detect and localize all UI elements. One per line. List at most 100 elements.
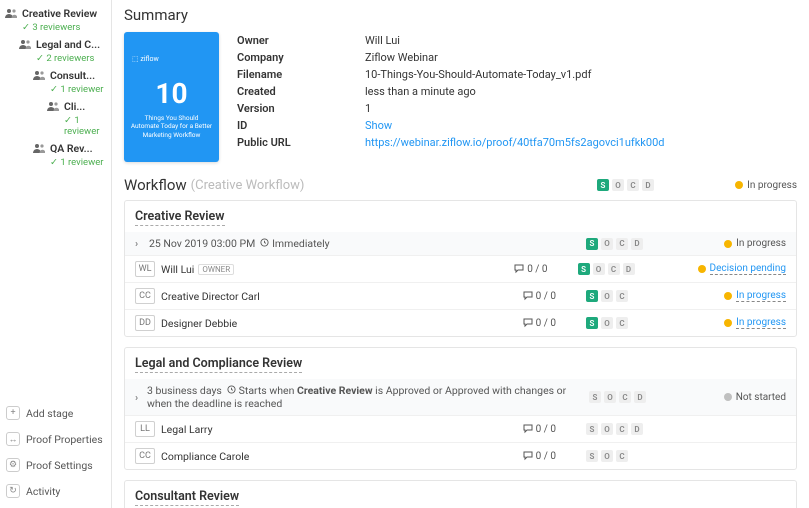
tree-node[interactable]: Consult... [32, 66, 107, 85]
reviewer-name[interactable]: Designer Debbie [161, 317, 237, 330]
stage-timing-row: › 25 Nov 2019 03:00 PM Immediately SOCD … [125, 232, 796, 255]
meta-key: ID [237, 119, 365, 132]
pill-o: O [601, 423, 613, 435]
reviewer-row: CC Creative Director Carl 0 / 0 SOC In p… [125, 282, 796, 309]
proof-thumbnail[interactable]: ⬚ ziflow 10 Things You Should Automate T… [124, 32, 219, 162]
reviewer-name[interactable]: Creative Director Carl [161, 290, 260, 303]
pill-c: C [627, 179, 639, 191]
add-stage[interactable]: +Add stage [4, 400, 107, 426]
meta-value: Ziflow Webinar [365, 51, 438, 64]
avatar-initials: CC [135, 288, 155, 304]
comment-count[interactable]: 0 / 0 [523, 318, 556, 329]
chevron-right-icon[interactable]: › [135, 237, 145, 250]
proof-properties-icon: ↔ [6, 432, 20, 446]
meta-key: Public URL [237, 136, 365, 149]
activity[interactable]: ↻Activity [4, 478, 107, 504]
reviewer-name[interactable]: Legal Larry [161, 423, 213, 436]
comment-count[interactable]: 0 / 0 [523, 451, 556, 462]
activity-icon: ↻ [6, 484, 20, 498]
meta-key: Filename [237, 68, 365, 81]
reviewer-row: WL Will Lui owner 0 / 0 SOCD Decision pe… [125, 255, 796, 282]
reviewer-status: In progress [706, 290, 786, 302]
reviewer-pills: SOCD [586, 423, 646, 435]
reviewer-name[interactable]: Compliance Carole [161, 450, 249, 463]
pill-c: C [608, 263, 620, 275]
people-icon [4, 7, 18, 19]
reviewer-count: 2 reviewers [36, 53, 107, 64]
pill-c: C [616, 317, 628, 329]
stage-title[interactable]: Legal and Compliance Review [135, 356, 302, 373]
pill-s: S [586, 423, 598, 435]
stage-status: In progress [706, 238, 786, 249]
pill-d: D [634, 391, 646, 403]
pill-d: D [642, 179, 654, 191]
comment-count[interactable]: 0 / 0 [523, 291, 556, 302]
comment-count[interactable]: 0 / 0 [514, 264, 547, 275]
proof-settings[interactable]: ⚙Proof Settings [4, 452, 107, 478]
people-icon [46, 100, 60, 112]
stage-title[interactable]: Creative Review [135, 209, 225, 226]
meta-key: Created [237, 85, 365, 98]
tree-node[interactable]: Creative Review [4, 4, 107, 23]
pill-d: D [631, 423, 643, 435]
pill-c: C [616, 423, 628, 435]
reviewer-status: In progress [706, 317, 786, 329]
pill-o: O [601, 238, 613, 250]
reviewer-name[interactable]: Will Lui [161, 263, 194, 276]
comment-count[interactable]: 0 / 0 [523, 424, 556, 435]
reviewer-row: DD Designer Debbie 0 / 0 SOC In progress [125, 309, 796, 336]
pill-s: S [586, 317, 598, 329]
workflow-header: Workflow (Creative Workflow) SOCD In pro… [124, 176, 797, 194]
meta-link[interactable]: Show [365, 119, 392, 132]
meta-value: https://webinar.ziflow.io/proof/40tfa70m… [365, 136, 664, 149]
chevron-right-icon[interactable]: › [135, 391, 143, 404]
proof-properties[interactable]: ↔Proof Properties [4, 426, 107, 452]
add-stage-icon: + [6, 406, 20, 420]
stage: Consultant Review › 3 business days Star… [124, 480, 797, 508]
people-icon [32, 142, 46, 154]
reviewer-count: 1 reviewer [50, 84, 107, 95]
reviewer-count: 3 reviewers [22, 22, 107, 33]
stage-status: Not started [706, 392, 786, 403]
pill-s: S [586, 238, 598, 250]
meta-value: 1 [365, 102, 371, 115]
pill-s: S [586, 290, 598, 302]
pill-o: O [593, 263, 605, 275]
reviewer-pills: SOC [586, 317, 646, 329]
stage-timing-row: › 3 business days Starts when Creative R… [125, 379, 796, 415]
stage-title[interactable]: Consultant Review [135, 489, 239, 506]
pill-d: D [623, 263, 635, 275]
main-content: Summary ⬚ ziflow 10 Things You Should Au… [112, 0, 809, 508]
meta-link[interactable]: https://webinar.ziflow.io/proof/40tfa70m… [365, 136, 664, 149]
reviewer-row: LL Legal Larry 0 / 0 SOCD [125, 415, 796, 442]
reviewer-count: 1 reviewer [64, 115, 107, 137]
owner-tag: owner [198, 264, 234, 275]
tree-node[interactable]: QA Rev... [32, 139, 107, 158]
tree-node[interactable]: Legal and C... [18, 35, 107, 54]
meta-value: less than a minute ago [365, 85, 476, 98]
stage: Creative Review › 25 Nov 2019 03:00 PM I… [124, 200, 797, 337]
meta-value: 10-Things-You-Should-Automate-Today_v1.p… [365, 68, 591, 81]
people-icon [32, 69, 46, 81]
avatar-initials: DD [135, 315, 155, 331]
pill-o: O [601, 317, 613, 329]
pill-c: C [619, 391, 631, 403]
avatar-initials: CC [135, 448, 155, 464]
reviewer-pills: SOC [586, 290, 646, 302]
meta-key: Owner [237, 34, 365, 47]
stage-tree: Creative Review 3 reviewers Legal and C.… [4, 4, 107, 396]
summary-meta: OwnerWill LuiCompanyZiflow WebinarFilena… [237, 32, 797, 162]
reviewer-count: 1 reviewer [50, 157, 107, 168]
pill-c: C [616, 450, 628, 462]
pill-s: S [578, 263, 590, 275]
proof-settings-icon: ⚙ [6, 458, 20, 472]
pill-s: S [589, 391, 601, 403]
sidebar: Creative Review 3 reviewers Legal and C.… [0, 0, 112, 508]
reviewer-row: CC Compliance Carole 0 / 0 SOC [125, 442, 796, 469]
meta-key: Company [237, 51, 365, 64]
pill-s: S [586, 450, 598, 462]
pill-d: D [631, 238, 643, 250]
stage-pills: SOCD [589, 391, 646, 403]
tree-node[interactable]: Cli... [46, 97, 107, 116]
stage: Legal and Compliance Review › 3 business… [124, 347, 797, 470]
